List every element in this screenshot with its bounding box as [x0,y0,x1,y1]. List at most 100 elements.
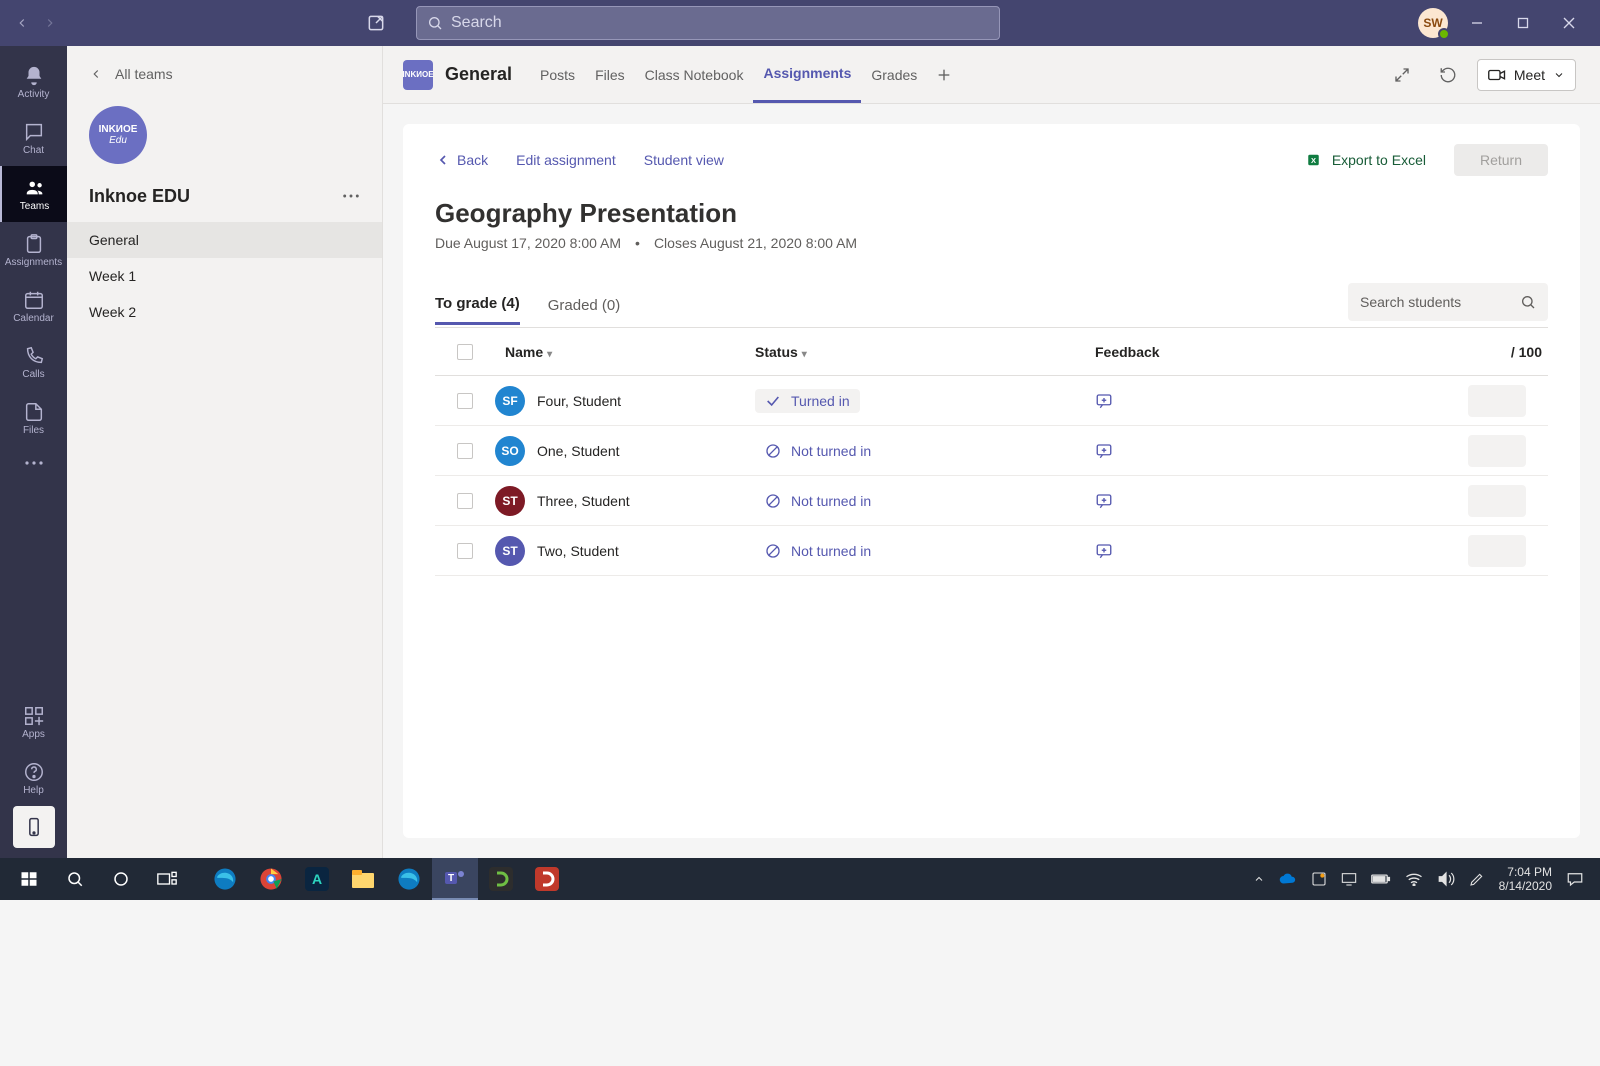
tray-update-icon[interactable] [1311,871,1327,887]
row-checkbox[interactable] [457,443,473,459]
rail-label: Apps [22,729,45,740]
team-logo[interactable]: INKИОЕ Edu [89,106,147,164]
rail-activity[interactable]: Activity [0,54,67,110]
new-message-button[interactable] [362,9,390,37]
user-avatar[interactable]: SW [1418,8,1448,38]
tab-grades[interactable]: Grades [861,46,927,103]
channel-item-week2[interactable]: Week 2 [67,294,382,330]
subtab-graded[interactable]: Graded (0) [548,287,621,324]
tray-notifications-icon[interactable] [1566,871,1584,887]
back-button[interactable]: Back [435,152,488,168]
add-feedback-button[interactable] [1095,442,1215,460]
table-row[interactable]: SO One, Student Not turned in [435,426,1548,476]
rail-assignments[interactable]: Assignments [0,222,67,278]
table-row[interactable]: ST Two, Student Not turned in [435,526,1548,576]
add-tab-button[interactable] [927,58,961,92]
rail-calendar[interactable]: Calendar [0,278,67,334]
grade-input[interactable] [1468,485,1526,517]
window-maximize-button[interactable] [1500,7,1546,39]
tab-files[interactable]: Files [585,46,635,103]
nav-forward-button[interactable] [38,9,62,37]
row-checkbox[interactable] [457,543,473,559]
tab-class-notebook[interactable]: Class Notebook [635,46,754,103]
tab-assignments[interactable]: Assignments [753,46,861,103]
th-name[interactable]: Name [505,344,543,360]
rail-more[interactable] [0,446,67,482]
windows-taskbar: A T 7:04 PM 8/14/2020 [0,858,1600,900]
tray-up-icon[interactable] [1253,873,1265,885]
rail-teams[interactable]: Teams [0,166,67,222]
taskbar-app-edge2[interactable] [386,858,432,900]
grade-input[interactable] [1468,535,1526,567]
taskbar-app-camtasia2[interactable] [524,858,570,900]
global-search-input[interactable]: Search [416,6,1000,40]
assignment-subtitle: Due August 17, 2020 8:00 AM • Closes Aug… [435,235,1548,251]
status-pill[interactable]: Not turned in [755,439,881,463]
taskbar-app-chrome[interactable] [248,858,294,900]
taskbar-app-a[interactable]: A [294,858,340,900]
expand-icon[interactable] [1385,58,1419,92]
taskbar-cortana[interactable] [98,858,144,900]
all-teams-link[interactable]: All teams [67,46,382,102]
nav-back-button[interactable] [10,9,34,37]
export-excel-button[interactable]: X Export to Excel [1306,151,1426,169]
channel-panel: All teams INKИОЕ Edu Inknoe EDU General … [67,46,383,858]
taskbar-app-edge[interactable] [202,858,248,900]
status-pill[interactable]: Not turned in [755,539,881,563]
add-feedback-button[interactable] [1095,392,1215,410]
status-pill[interactable]: Turned in [755,389,860,413]
chevron-left-icon [435,152,451,168]
taskbar-app-teams[interactable]: T [432,858,478,900]
tray-clock[interactable]: 7:04 PM 8/14/2020 [1499,865,1552,894]
mobile-button[interactable] [13,806,55,848]
tray-battery-icon[interactable] [1371,873,1391,885]
rail-chat[interactable]: Chat [0,110,67,166]
subtab-to-grade[interactable]: To grade (4) [435,285,520,325]
rail-files[interactable]: Files [0,390,67,446]
taskbar-taskview[interactable] [144,858,190,900]
window-close-button[interactable] [1546,7,1592,39]
channel-item-general[interactable]: General [67,222,382,258]
search-students-input[interactable]: Search students [1348,283,1548,321]
taskbar-app-explorer[interactable] [340,858,386,900]
student-view-button[interactable]: Student view [644,152,724,168]
tray-wifi-icon[interactable] [1405,872,1423,886]
tab-posts[interactable]: Posts [530,46,585,103]
th-feedback: Feedback [1095,344,1160,360]
meet-button[interactable]: Meet [1477,59,1576,91]
th-status[interactable]: Status [755,344,798,360]
add-feedback-button[interactable] [1095,492,1215,510]
table-row[interactable]: SF Four, Student Turned in [435,376,1548,426]
grade-input[interactable] [1468,385,1526,417]
status-text: Turned in [791,393,850,409]
taskbar-search[interactable] [52,858,98,900]
add-feedback-button[interactable] [1095,542,1215,560]
edit-assignment-button[interactable]: Edit assignment [516,152,616,168]
row-checkbox[interactable] [457,493,473,509]
date-text: 8/14/2020 [1499,879,1552,893]
select-all-checkbox[interactable] [457,344,473,360]
rail-help[interactable]: Help [0,750,67,806]
closes-date: Closes August 21, 2020 8:00 AM [654,235,857,251]
row-checkbox[interactable] [457,393,473,409]
channel-team-icon: INKИОЕ [403,60,433,90]
channel-item-week1[interactable]: Week 1 [67,258,382,294]
tray-onedrive-icon[interactable] [1279,872,1297,886]
tray-display-icon[interactable] [1341,872,1357,886]
table-row[interactable]: ST Three, Student Not turned in [435,476,1548,526]
grade-subtabs: To grade (4) Graded (0) Search students [435,283,1548,328]
taskbar-app-camtasia1[interactable] [478,858,524,900]
team-more-button[interactable] [342,193,360,199]
rail-apps[interactable]: Apps [0,694,67,750]
student-name: Four, Student [537,393,621,409]
rail-calls[interactable]: Calls [0,334,67,390]
start-button[interactable] [6,858,52,900]
status-pill[interactable]: Not turned in [755,489,881,513]
assignment-card: Back Edit assignment Student view X Expo… [403,124,1580,838]
meet-label: Meet [1514,67,1545,83]
refresh-icon[interactable] [1431,58,1465,92]
tray-pen-icon[interactable] [1469,871,1485,887]
window-minimize-button[interactable] [1454,7,1500,39]
tray-volume-icon[interactable] [1437,871,1455,887]
grade-input[interactable] [1468,435,1526,467]
